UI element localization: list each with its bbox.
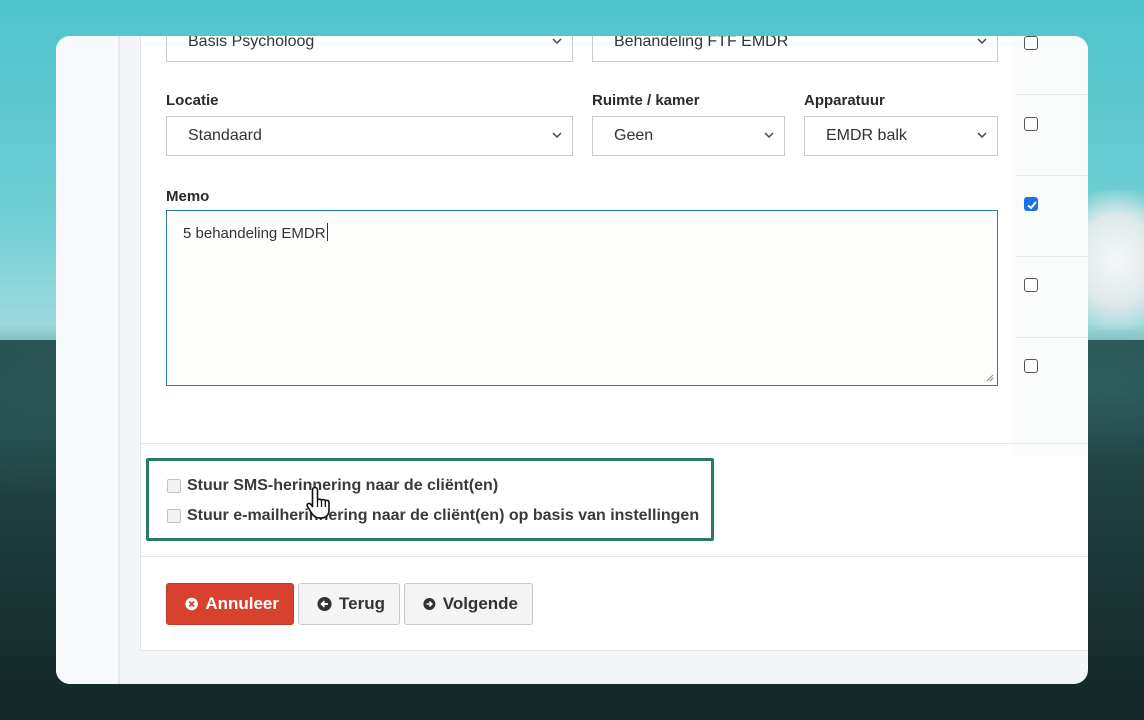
cancel-button[interactable]: Annuleer (166, 583, 294, 625)
back-button[interactable]: Terug (298, 583, 400, 625)
hand-pointer-icon (306, 486, 330, 519)
row-checkbox-checked[interactable] (1024, 197, 1038, 211)
sms-reminder-label: Stuur SMS-herinnering naar de cliënt(en) (187, 477, 499, 494)
section-divider (140, 556, 1088, 557)
chevron-down-icon (977, 132, 987, 139)
row-checkbox-column (1012, 36, 1088, 456)
cancel-button-label: Annuleer (205, 594, 279, 613)
background-top-band (0, 0, 1144, 36)
resize-handle-icon[interactable] (986, 374, 994, 382)
checkmark-icon (1027, 201, 1037, 210)
section-divider (140, 443, 1088, 444)
next-button[interactable]: Volgende (404, 583, 533, 625)
back-button-label: Terug (339, 594, 385, 613)
sms-reminder-checkbox[interactable] (167, 479, 181, 493)
memo-text: 5 behandeling EMDR (183, 225, 326, 242)
chevron-down-icon (552, 132, 562, 139)
email-reminder-option[interactable]: Stuur e-mailherinnering naar de cliënt(e… (167, 507, 699, 525)
memo-label: Memo (166, 188, 210, 205)
equipment-select-value: EMDR balk (826, 127, 907, 144)
reminder-options-highlight: Stuur SMS-herinnering naar de cliënt(en)… (146, 458, 714, 541)
email-reminder-label: Stuur e-mailherinnering naar de cliënt(e… (187, 507, 700, 524)
room-label: Ruimte / kamer (592, 92, 700, 109)
sidebar-strip (56, 36, 120, 684)
chevron-down-icon (764, 132, 774, 139)
row-checkbox[interactable] (1024, 117, 1038, 131)
location-select[interactable]: Standaard (166, 116, 573, 156)
text-caret (326, 223, 328, 241)
location-select-value: Standaard (188, 127, 262, 144)
email-reminder-checkbox[interactable] (167, 509, 181, 523)
chevron-down-icon (552, 38, 562, 45)
row-checkbox[interactable] (1024, 36, 1038, 50)
chevron-down-icon (977, 38, 987, 45)
row-divider (1016, 175, 1088, 176)
arrow-circle-left-icon (317, 596, 332, 612)
row-checkbox[interactable] (1024, 359, 1038, 373)
equipment-label: Apparatuur (804, 92, 885, 109)
row-checkbox[interactable] (1024, 278, 1038, 292)
arrow-circle-right-icon (423, 598, 436, 610)
room-select[interactable]: Geen (592, 116, 785, 156)
equipment-select[interactable]: EMDR balk (804, 116, 998, 156)
row-divider (1016, 94, 1088, 95)
times-circle-icon (185, 597, 198, 611)
location-label: Locatie (166, 92, 219, 109)
next-button-label: Volgende (442, 594, 518, 613)
row-divider (1016, 256, 1088, 257)
memo-textarea[interactable]: 5 behandeling EMDR (166, 210, 998, 386)
room-select-value: Geen (614, 127, 654, 144)
row-divider (1016, 337, 1088, 338)
